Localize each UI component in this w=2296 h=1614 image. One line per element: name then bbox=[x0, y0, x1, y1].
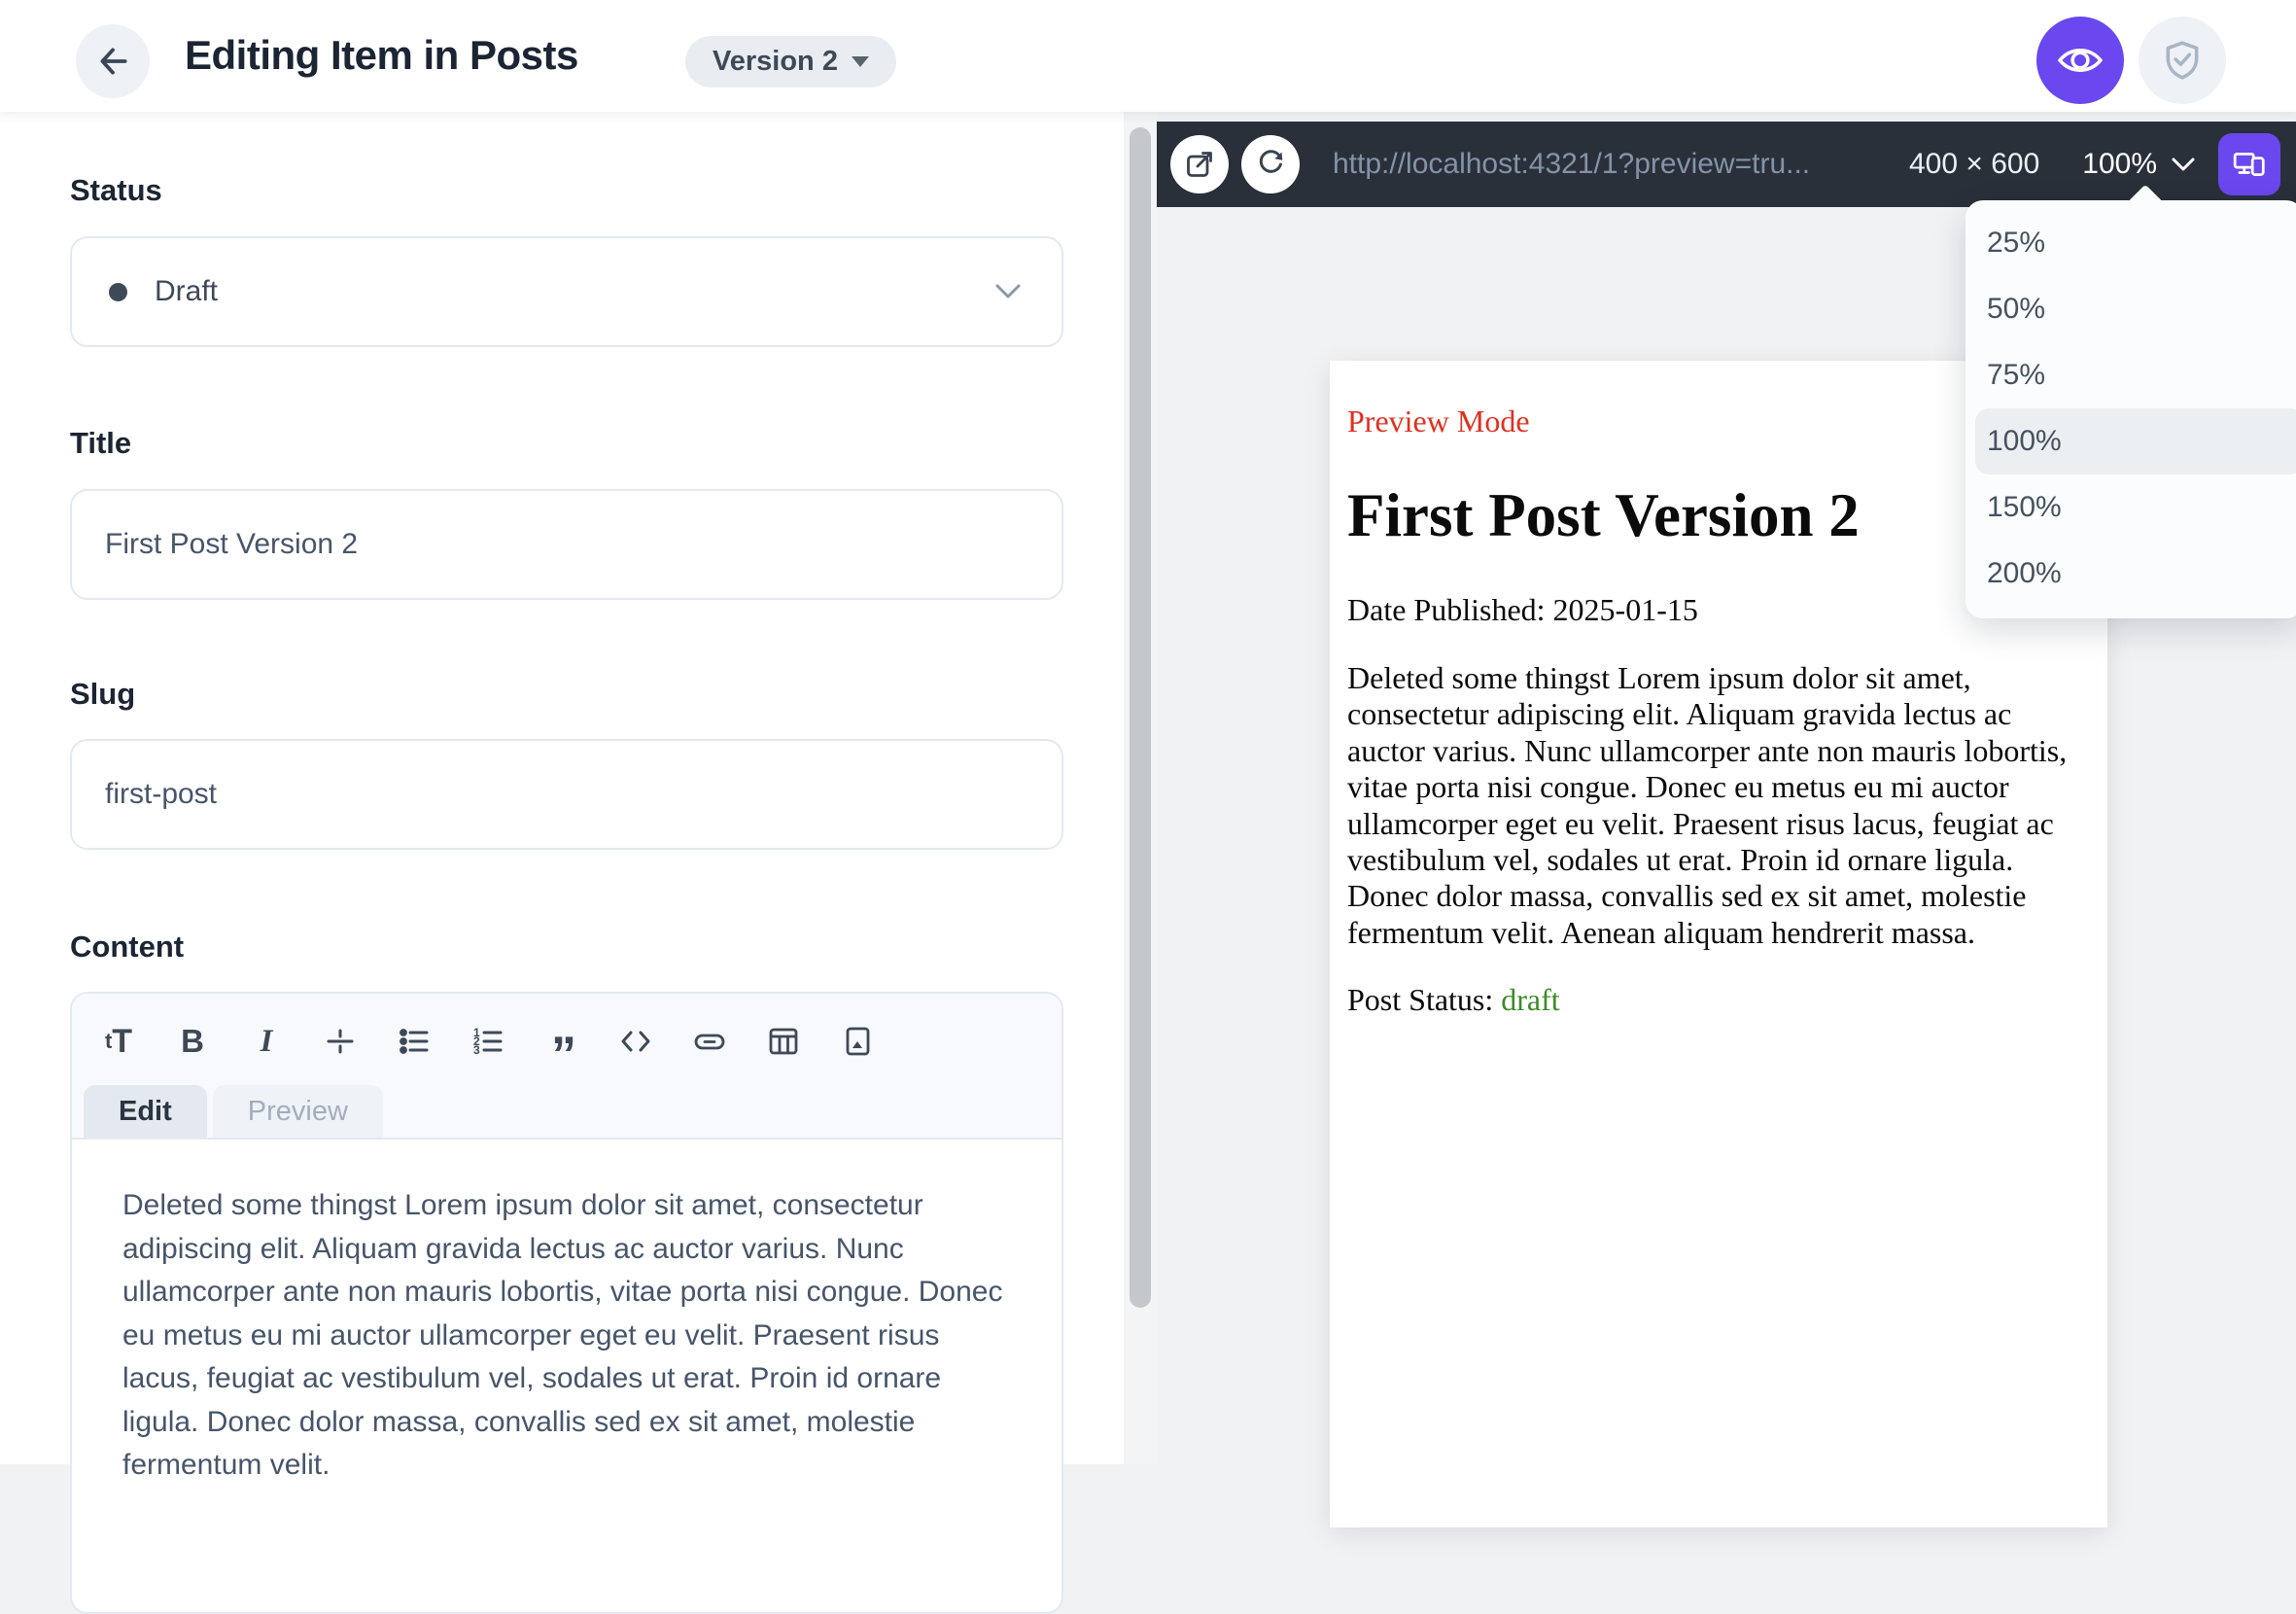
table-button[interactable] bbox=[756, 1015, 811, 1068]
heading-icon: t bbox=[104, 1029, 113, 1053]
version-label: Version 2 bbox=[713, 46, 838, 77]
preview-url[interactable]: http://localhost:4321/1?preview=tru... bbox=[1333, 148, 1890, 181]
bullet-list-icon bbox=[400, 1029, 429, 1054]
external-link-icon bbox=[1187, 152, 1212, 177]
header: Editing Item in Posts Version 2 bbox=[0, 0, 2296, 112]
editor-header: tT B I 1 2 3 ” Edit Preview bbox=[72, 994, 1061, 1140]
viewport-dimensions: 400 × 600 bbox=[1908, 148, 2040, 180]
refresh-button[interactable] bbox=[1241, 135, 1300, 193]
tab-preview[interactable]: Preview bbox=[212, 1085, 383, 1138]
open-in-new-tab-button[interactable] bbox=[1170, 135, 1229, 193]
italic-button[interactable]: I bbox=[239, 1015, 294, 1068]
device-toggle-button[interactable] bbox=[2218, 133, 2280, 195]
chevron-down-icon bbox=[995, 284, 1021, 299]
image-icon bbox=[846, 1027, 870, 1056]
post-status-label: Post Status: bbox=[1347, 982, 1502, 1018]
shield-check-icon bbox=[2161, 39, 2204, 82]
blockquote-button[interactable]: ” bbox=[535, 1015, 589, 1080]
tab-edit[interactable]: Edit bbox=[84, 1085, 207, 1138]
chevron-down-icon bbox=[2172, 158, 2195, 170]
form-scrollbar-thumb[interactable] bbox=[1130, 127, 1151, 1308]
strikethrough-icon bbox=[327, 1029, 354, 1054]
link-button[interactable] bbox=[682, 1015, 737, 1068]
preview-toolbar: http://localhost:4321/1?preview=tru... 4… bbox=[1157, 122, 2296, 207]
zoom-menu: 25% 50% 75% 100% 150% 200% bbox=[1966, 184, 2296, 618]
preview-post-body: Deleted some thingst Lorem ipsum dolor s… bbox=[1347, 659, 2068, 950]
bold-button[interactable]: B bbox=[165, 1015, 220, 1068]
preview-post-status: Post Status: draft bbox=[1347, 982, 2090, 1018]
zoom-level-button[interactable]: 100% bbox=[2082, 148, 2195, 181]
validation-button[interactable] bbox=[2139, 17, 2226, 104]
code-icon bbox=[621, 1031, 650, 1052]
back-arrow-icon bbox=[94, 43, 131, 80]
zoom-option[interactable]: 150% bbox=[1975, 474, 2296, 541]
code-button[interactable] bbox=[609, 1015, 663, 1068]
title-input[interactable] bbox=[70, 489, 1063, 600]
slug-label: Slug bbox=[70, 677, 136, 711]
chevron-down-icon bbox=[851, 56, 869, 67]
status-select[interactable]: Draft bbox=[70, 236, 1063, 347]
content-editor: tT B I 1 2 3 ” Edit Preview Deleted some… bbox=[70, 992, 1063, 1614]
zoom-option[interactable]: 50% bbox=[1975, 276, 2296, 342]
slug-input[interactable] bbox=[70, 739, 1063, 850]
version-selector[interactable]: Version 2 bbox=[685, 36, 896, 88]
content-textarea[interactable]: Deleted some thingst Lorem ipsum dolor s… bbox=[72, 1140, 1061, 1532]
zoom-menu-list: 25% 50% 75% 100% 150% 200% bbox=[1966, 210, 2296, 607]
ordered-list-icon: 1 2 3 bbox=[473, 1026, 503, 1057]
form-scrollbar-track[interactable] bbox=[1124, 112, 1157, 1464]
editor-form-panel: Status Draft Title Slug Content tT B I bbox=[0, 112, 1124, 1614]
devices-icon bbox=[2233, 153, 2265, 176]
bold-icon: B bbox=[181, 1023, 204, 1059]
zoom-option[interactable]: 200% bbox=[1975, 541, 2296, 607]
heading-button[interactable]: tT bbox=[91, 1015, 146, 1068]
status-label: Status bbox=[70, 173, 162, 207]
editor-toolbar: tT B I 1 2 3 ” bbox=[72, 994, 1061, 1080]
link-icon bbox=[694, 1034, 725, 1050]
image-button[interactable] bbox=[830, 1015, 885, 1068]
back-button[interactable] bbox=[76, 24, 150, 98]
post-status-value: draft bbox=[1501, 982, 1560, 1018]
heading-icon-big: T bbox=[112, 1022, 133, 1060]
status-value: Draft bbox=[155, 275, 219, 307]
zoom-option[interactable]: 100% bbox=[1975, 408, 2296, 474]
status-dot-icon bbox=[109, 282, 127, 301]
table-icon bbox=[769, 1028, 798, 1055]
zoom-option[interactable]: 25% bbox=[1975, 210, 2296, 276]
eye-icon bbox=[2057, 37, 2104, 84]
strikethrough-button[interactable] bbox=[313, 1015, 367, 1068]
ordered-list-button[interactable]: 1 2 3 bbox=[461, 1015, 515, 1068]
bullet-list-button[interactable] bbox=[387, 1015, 441, 1068]
zoom-option[interactable]: 75% bbox=[1975, 342, 2296, 408]
page-title: Editing Item in Posts bbox=[185, 32, 578, 78]
content-label: Content bbox=[70, 930, 185, 964]
zoom-level-value: 100% bbox=[2082, 148, 2157, 180]
preview-toggle-button[interactable] bbox=[2036, 17, 2124, 104]
title-label: Title bbox=[70, 426, 132, 460]
refresh-icon bbox=[1259, 150, 1283, 173]
svg-text:3: 3 bbox=[473, 1043, 480, 1057]
italic-icon: I bbox=[260, 1023, 273, 1059]
